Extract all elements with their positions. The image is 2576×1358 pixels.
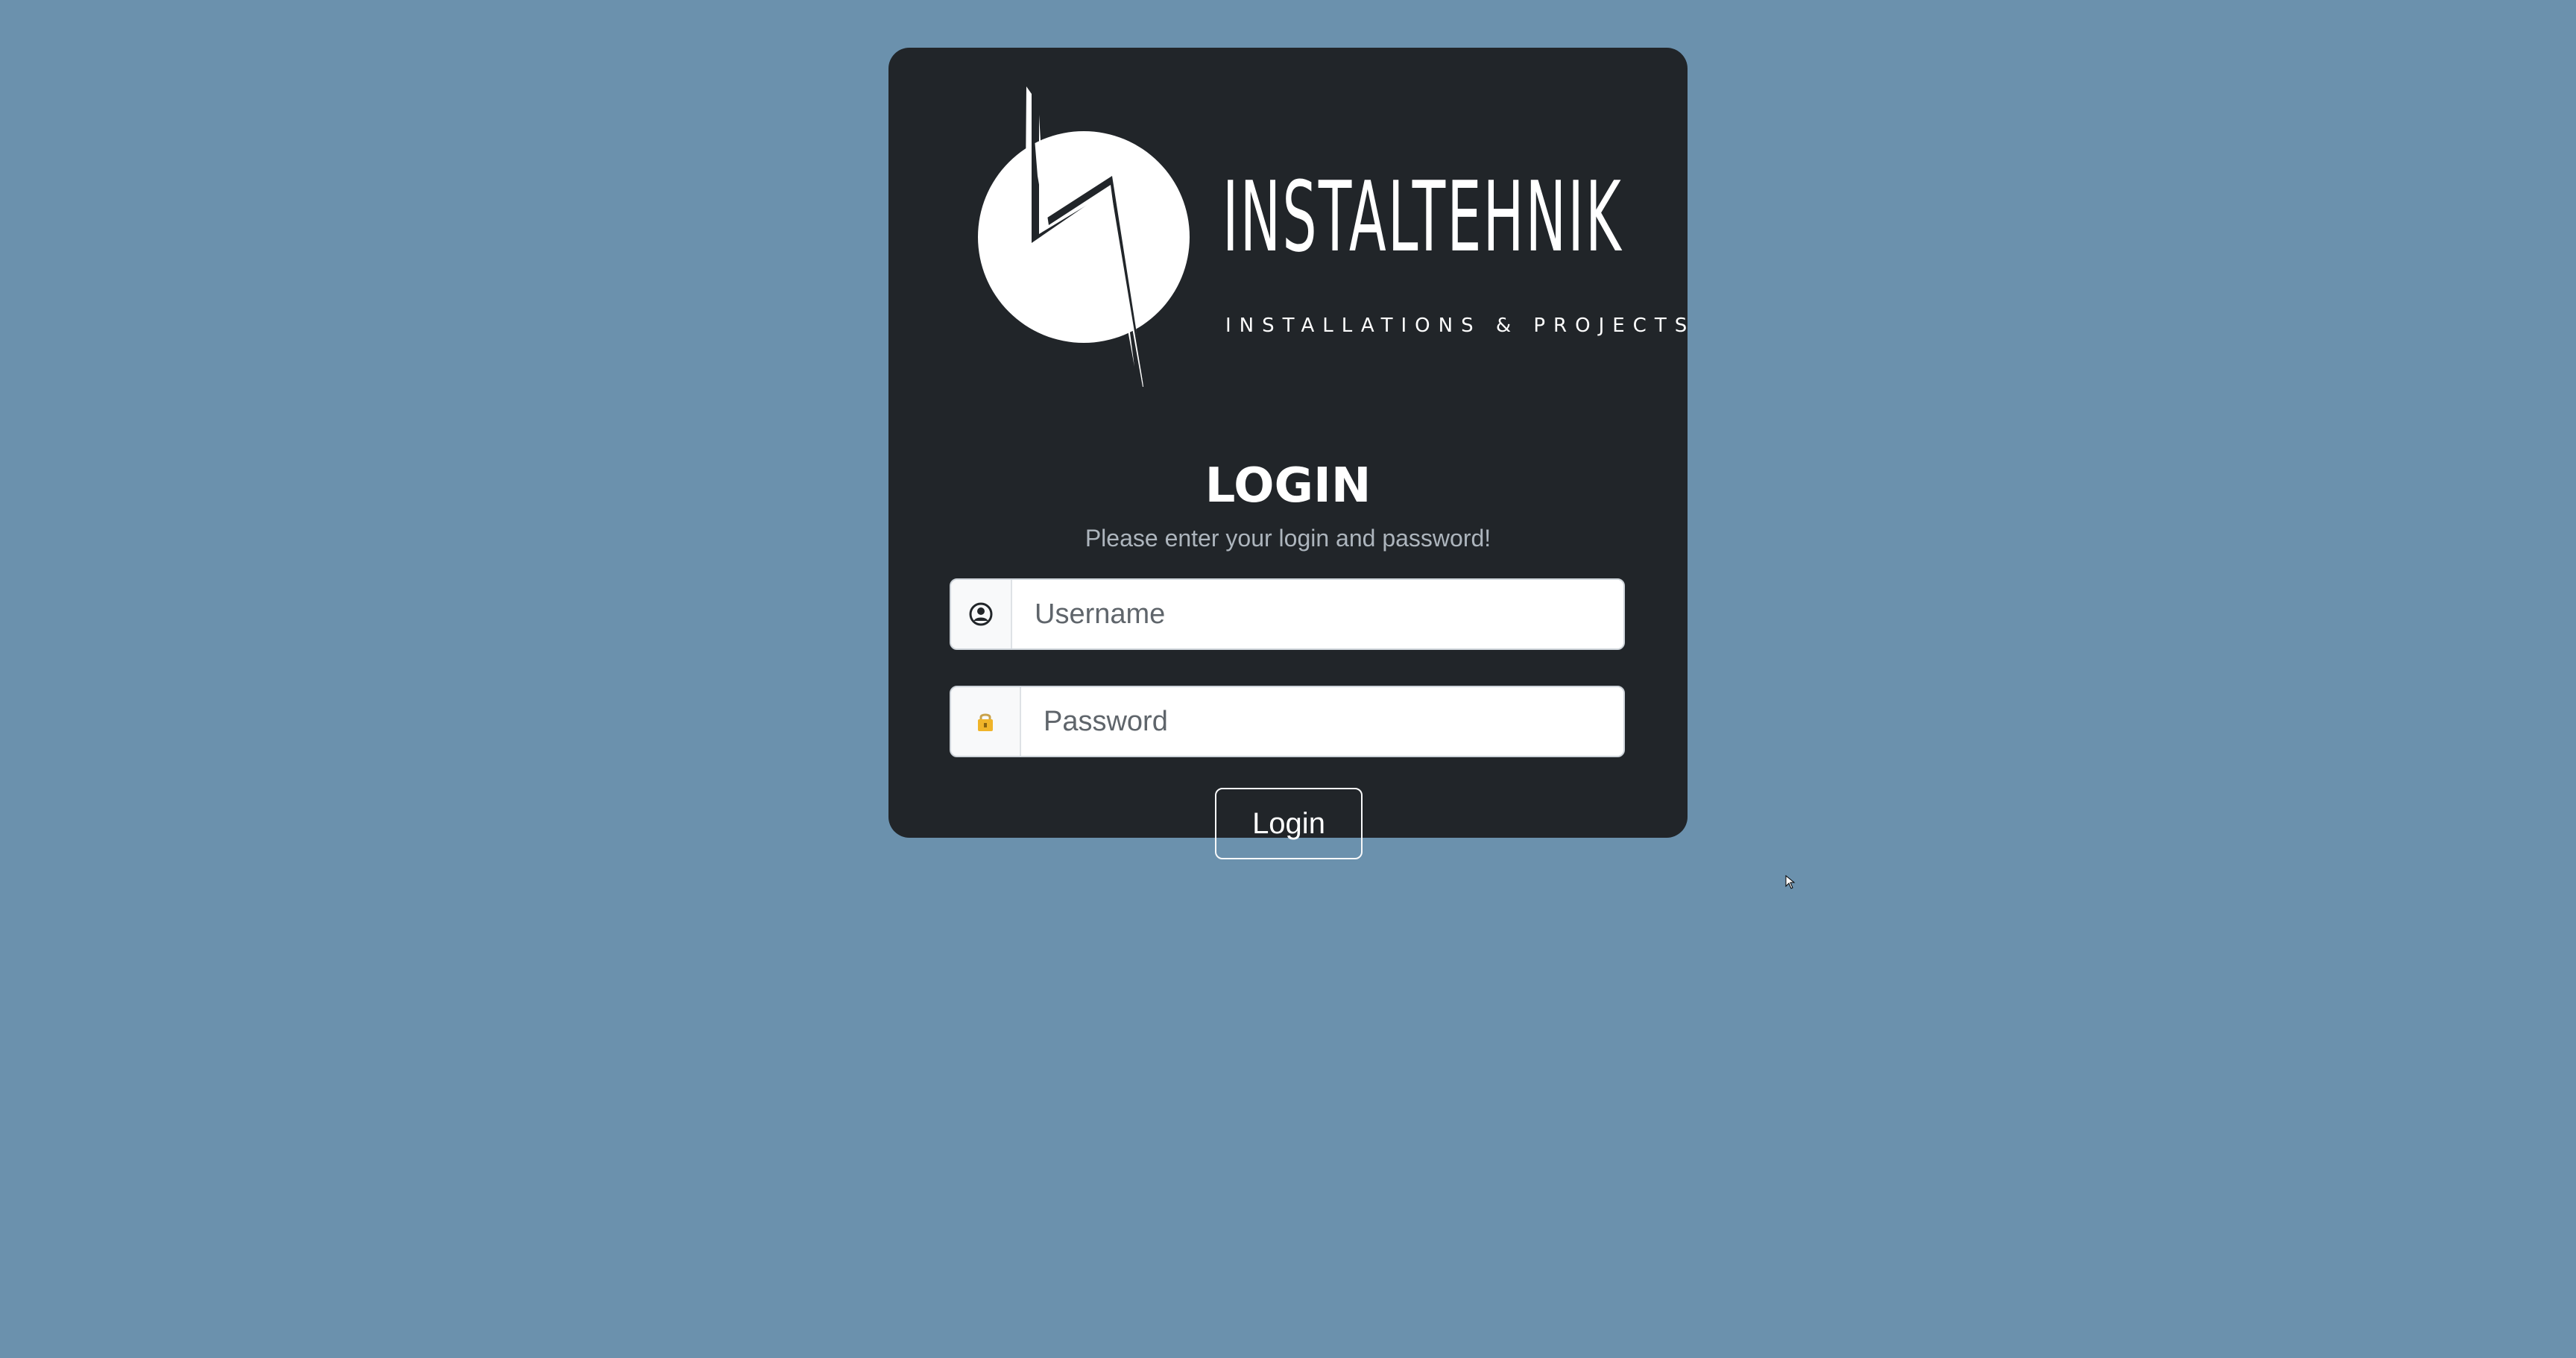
login-subtitle: Please enter your login and password! — [1085, 525, 1491, 552]
password-input-group — [950, 686, 1625, 757]
username-input[interactable] — [1012, 580, 1623, 648]
lock-icon — [951, 687, 1021, 756]
login-button[interactable]: Login — [1215, 788, 1363, 859]
password-input[interactable] — [1021, 687, 1623, 756]
username-input-group — [950, 578, 1625, 650]
brand-tagline: INSTALLATIONS & PROJECTS — [1225, 315, 1696, 337]
lightning-bolt-circle-logo — [978, 86, 1190, 387]
login-card: INSTALTEHNIK INSTALLATIONS & PROJECTS LO… — [888, 48, 1688, 859]
mouse-cursor-icon — [1785, 875, 1796, 889]
login-title: LOGIN — [1205, 458, 1371, 514]
brand-name: INSTALTEHNIK — [1222, 160, 1623, 274]
user-circle-icon — [951, 580, 1012, 648]
